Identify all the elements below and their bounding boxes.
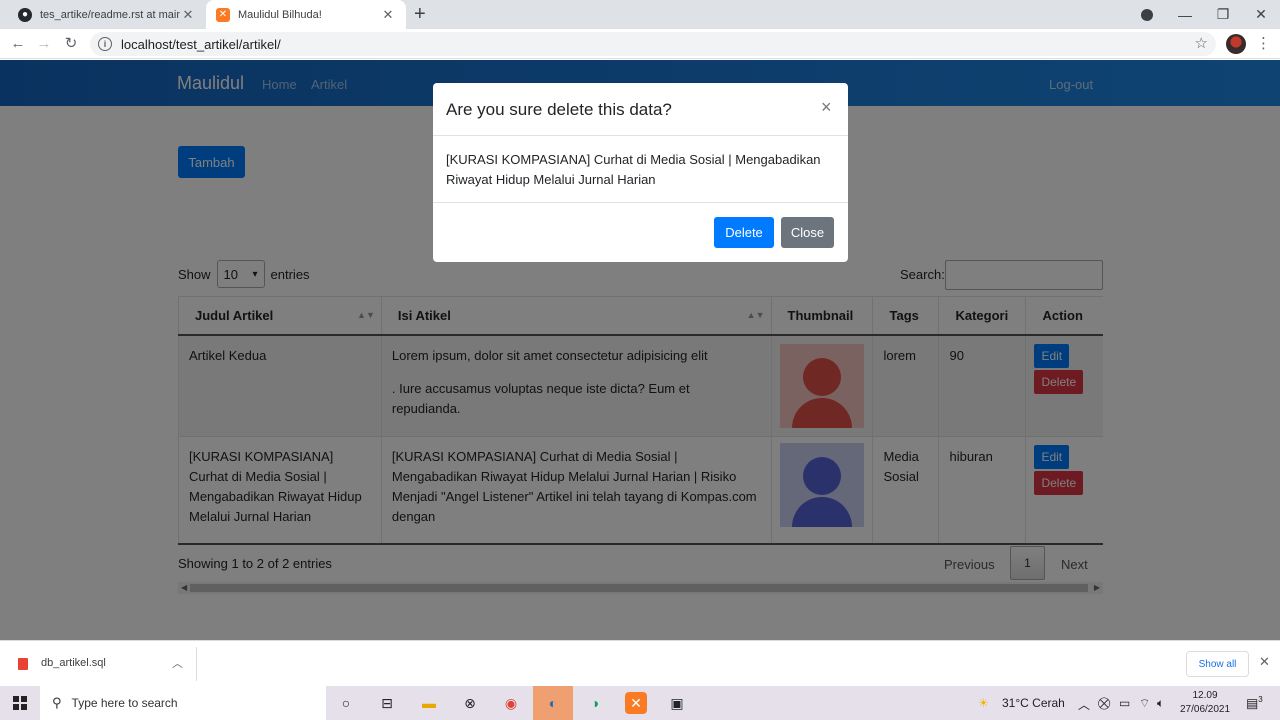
reload-button[interactable]: ↻: [61, 34, 81, 54]
modal-title: Are you sure delete this data?: [446, 100, 672, 119]
terminal-icon[interactable]: ▣: [666, 692, 688, 714]
battery-icon[interactable]: ▭: [1119, 696, 1130, 710]
close-icon[interactable]: ✕: [180, 7, 196, 23]
maximize-button[interactable]: ❐: [1204, 0, 1242, 29]
chevron-up-icon[interactable]: ︿: [172, 655, 183, 671]
wifi-icon[interactable]: ⌔: [1139, 696, 1150, 711]
menu-kebab-icon[interactable]: ⋮: [1256, 34, 1271, 52]
delete-confirm-modal: Are you sure delete this data? × [KURASI…: [433, 83, 848, 262]
browser-tab-strip: ● tes_artike/readme.rst at main · M ✕ ✕ …: [0, 0, 1280, 29]
show-all-button[interactable]: Show all: [1186, 651, 1249, 677]
divider: [433, 202, 848, 203]
window-close-button[interactable]: ✕: [1242, 0, 1280, 29]
download-shelf: db_artikel.sql ︿ Show all ✕: [0, 640, 1280, 686]
weather-text[interactable]: 31°C Cerah: [1002, 696, 1065, 710]
tab-title: Maulidul Bilhuda!: [238, 8, 322, 21]
back-button[interactable]: ←: [8, 34, 28, 54]
forward-button[interactable]: →: [34, 34, 54, 54]
taskbar-clock[interactable]: 12.09 27/06/2021: [1180, 689, 1230, 717]
tab-title: tes_artike/readme.rst at main · M: [40, 8, 180, 21]
file-explorer-icon[interactable]: ▬: [418, 692, 440, 714]
new-tab-button[interactable]: +: [414, 4, 426, 24]
notification-count: 3: [1258, 695, 1263, 704]
xbox-icon[interactable]: ⊗: [459, 692, 481, 714]
tab-github[interactable]: ● tes_artike/readme.rst at main · M ✕: [8, 0, 206, 29]
search-icon: ⚲: [52, 695, 62, 710]
modal-delete-button[interactable]: Delete: [714, 217, 774, 248]
volume-icon[interactable]: 🔈︎: [1157, 696, 1164, 711]
xampp-icon: ✕: [216, 7, 230, 22]
address-bar-row: ← → ↻ i localhost/test_artikel/artikel/ …: [0, 29, 1280, 59]
weather-icon[interactable]: ☀: [978, 696, 989, 710]
bookmark-star-icon[interactable]: ☆: [1195, 34, 1208, 52]
antivirus-icon[interactable]: ⛒: [1098, 696, 1110, 711]
chevron-up-icon[interactable]: ︿: [1078, 696, 1090, 713]
download-filename[interactable]: db_artikel.sql: [41, 657, 106, 669]
edge-icon[interactable]: ◐: [542, 692, 564, 714]
xampp-icon[interactable]: ✕: [625, 692, 647, 714]
media-control-icon[interactable]: [1128, 0, 1166, 29]
file-icon: [18, 658, 28, 670]
clock-time: 12.09: [1192, 690, 1218, 701]
divider: [196, 647, 197, 681]
taskbar-search-input[interactable]: ⚲ Type here to search: [40, 686, 326, 720]
info-icon[interactable]: i: [98, 37, 112, 51]
task-view-icon[interactable]: ⊟: [376, 692, 398, 714]
edge-new-icon[interactable]: ◑: [584, 692, 606, 714]
github-icon: ●: [18, 7, 32, 22]
modal-close-icon[interactable]: ×: [821, 97, 832, 118]
url-input[interactable]: i localhost/test_artikel/artikel/ ☆: [90, 32, 1216, 56]
profile-avatar[interactable]: [1226, 34, 1246, 54]
clock-date: 27/06/2021: [1180, 704, 1231, 715]
divider: [433, 135, 848, 136]
cortana-icon[interactable]: ○: [335, 692, 357, 714]
close-icon[interactable]: ✕: [380, 7, 396, 23]
windows-start-icon[interactable]: [13, 696, 27, 710]
close-icon[interactable]: ✕: [1259, 654, 1270, 670]
web-page: Maulidul Home Artikel Log-out Tambah Sho…: [0, 60, 1280, 640]
windows-taskbar: ⚲ Type here to search ○ ⊟ ▬ ⊗ ◉ ◐ ◑ ✕ ▣ …: [0, 686, 1280, 720]
chrome-icon[interactable]: ◉: [500, 692, 522, 714]
modal-close-button[interactable]: Close: [781, 217, 834, 248]
minimize-button[interactable]: —: [1166, 0, 1204, 29]
modal-body: [KURASI KOMPASIANA] Curhat di Media Sosi…: [446, 152, 821, 187]
url-text: localhost/test_artikel/artikel/: [121, 36, 281, 52]
search-placeholder: Type here to search: [71, 696, 178, 710]
tab-maulidul[interactable]: ✕ Maulidul Bilhuda! ✕: [206, 0, 406, 29]
notification-icon[interactable]: ▤3: [1246, 695, 1263, 711]
